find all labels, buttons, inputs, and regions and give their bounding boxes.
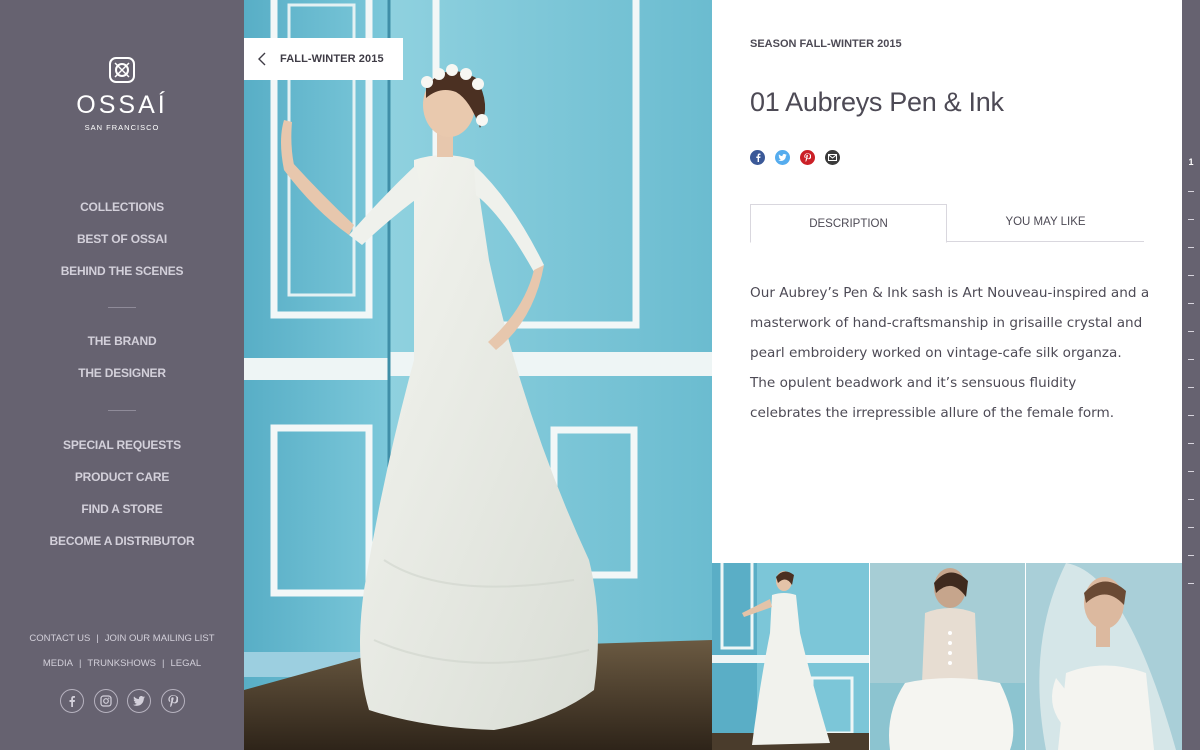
pager-tick[interactable]	[1188, 527, 1194, 528]
pager-tick[interactable]	[1188, 443, 1194, 444]
thumbnail-strip	[712, 563, 1183, 750]
facebook-icon[interactable]	[60, 689, 84, 713]
pager-tick[interactable]	[1188, 359, 1194, 360]
back-to-collection-button[interactable]: FALL-WINTER 2015	[244, 38, 403, 80]
thumbnail-veil-view[interactable]	[1025, 563, 1183, 750]
nav-item-product-care[interactable]: PRODUCT CARE	[0, 461, 244, 493]
pager-tick[interactable]	[1188, 331, 1194, 332]
tab-you-may-like[interactable]: YOU MAY LIKE	[947, 204, 1144, 242]
tab-description[interactable]: DESCRIPTION	[750, 204, 947, 243]
pager-tick[interactable]	[1188, 555, 1194, 556]
pinterest-icon[interactable]	[800, 150, 815, 165]
separator: |	[162, 658, 165, 669]
nav-item-become-a-distributor[interactable]: BECOME A DISTRIBUTOR	[0, 525, 244, 557]
media-link[interactable]: MEDIA	[43, 658, 73, 669]
trunkshows-link[interactable]: TRUNKSHOWS	[87, 658, 156, 669]
instagram-icon[interactable]	[93, 689, 118, 713]
thumbnail-back-view[interactable]	[868, 563, 1026, 750]
nav-item-best-of-ossai[interactable]: BEST OF OSSAI	[0, 223, 244, 255]
pager-tick[interactable]	[1188, 387, 1194, 388]
nav-secondary: THE BRAND THE DESIGNER	[0, 325, 244, 389]
twitter-icon[interactable]	[127, 689, 152, 713]
contact-us-link[interactable]: CONTACT US	[29, 633, 90, 644]
nav-divider	[108, 410, 136, 411]
season-label: SEASON FALL-WINTER 2015	[750, 38, 902, 50]
thumbnail-image	[1026, 563, 1183, 750]
pinterest-icon[interactable]	[160, 689, 185, 713]
footer-links-row-2: MEDIA | TRUNKSHOWS | LEGAL	[0, 658, 244, 669]
slide-pager: 1	[1182, 0, 1200, 750]
nav-item-the-designer[interactable]: THE DESIGNER	[0, 357, 244, 389]
share-buttons	[750, 150, 840, 165]
brand-tagline: SAN FRANCISCO	[84, 123, 160, 132]
pager-tick[interactable]	[1188, 471, 1194, 472]
pager-tick[interactable]	[1188, 219, 1194, 220]
footer-links-row-1: CONTACT US | JOIN OUR MAILING LIST	[0, 633, 244, 644]
logo-mark-icon	[109, 57, 135, 83]
pager-tick[interactable]	[1188, 247, 1194, 248]
thumbnail-image	[712, 563, 869, 750]
nav-item-behind-the-scenes[interactable]: BEHIND THE SCENES	[0, 255, 244, 287]
brand-logo[interactable]: OSSAÍ SAN FRANCISCO	[0, 55, 244, 132]
thumbnail-front-view[interactable]	[712, 563, 869, 750]
social-links	[60, 689, 185, 713]
product-title: 01 Aubreys Pen & Ink	[750, 87, 1004, 117]
pager-tick[interactable]	[1188, 275, 1194, 276]
thumbnail-image	[869, 563, 1026, 750]
facebook-icon[interactable]	[750, 150, 765, 165]
nav-primary: COLLECTIONS BEST OF OSSAI BEHIND THE SCE…	[0, 191, 244, 287]
pager-current: 1	[1188, 157, 1194, 167]
sidebar: OSSAÍ SAN FRANCISCO COLLECTIONS BEST OF …	[0, 0, 244, 750]
product-tabs: DESCRIPTION YOU MAY LIKE	[750, 204, 1144, 243]
separator: |	[78, 658, 82, 669]
separator: |	[96, 633, 99, 644]
hero-photo	[244, 0, 712, 750]
nav-tertiary: SPECIAL REQUESTS PRODUCT CARE FIND A STO…	[0, 429, 244, 557]
nav-item-the-brand[interactable]: THE BRAND	[0, 325, 244, 357]
pager-tick[interactable]	[1188, 415, 1194, 416]
hero-image	[244, 0, 712, 750]
product-description: Our Aubrey’s Pen & Ink sash is Art Nouve…	[750, 285, 1150, 421]
brand-name: OSSAÍ	[76, 91, 168, 119]
chevron-left-icon	[244, 38, 280, 80]
twitter-icon[interactable]	[775, 150, 790, 165]
nav-item-find-a-store[interactable]: FIND A STORE	[0, 493, 244, 525]
pager-tick[interactable]	[1188, 499, 1194, 500]
pager-tick[interactable]	[1188, 583, 1194, 584]
nav-item-collections[interactable]: COLLECTIONS	[0, 191, 244, 223]
legal-link[interactable]: LEGAL	[171, 658, 202, 669]
back-button-label: FALL-WINTER 2015	[280, 53, 384, 65]
product-panel: SEASON FALL-WINTER 2015 01 Aubreys Pen &…	[712, 0, 1182, 563]
mailing-list-link[interactable]: JOIN OUR MAILING LIST	[105, 633, 215, 644]
nav-divider	[108, 307, 136, 308]
pager-tick[interactable]	[1188, 191, 1194, 192]
pager-tick[interactable]	[1188, 303, 1194, 304]
email-icon[interactable]	[825, 150, 840, 165]
nav-item-special-requests[interactable]: SPECIAL REQUESTS	[0, 429, 244, 461]
